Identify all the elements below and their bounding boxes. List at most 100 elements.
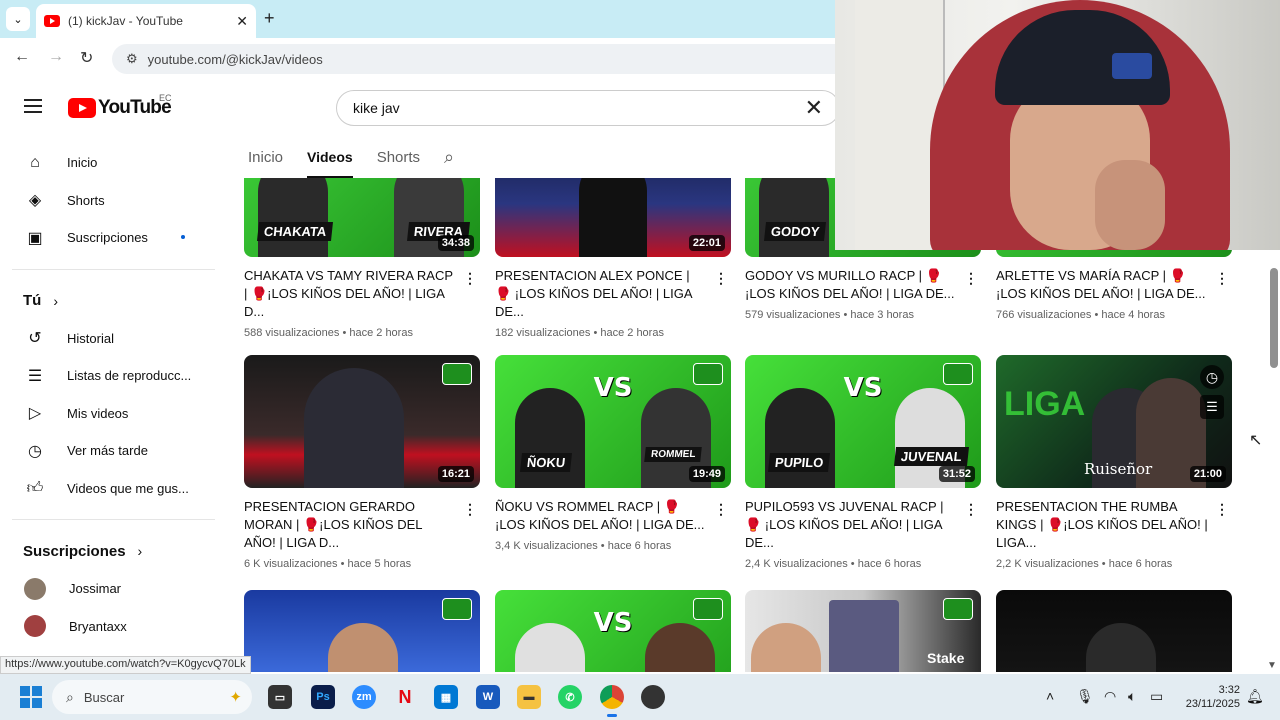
store-icon[interactable]: ▦ bbox=[434, 685, 458, 709]
sidebar-item-label: Listas de reproducc... bbox=[67, 368, 192, 384]
search-input[interactable]: kike jav ✕ bbox=[336, 90, 840, 126]
word-icon[interactable]: W bbox=[476, 685, 500, 709]
video-meta: 588 visualizaciones • hace 2 horas bbox=[244, 327, 413, 339]
add-to-queue-icon[interactable]: ☰ bbox=[1200, 395, 1224, 419]
video-card[interactable]: 22:01 ⋮ PRESENTACION ALEX PONCE | 🥊 ¡LOS… bbox=[495, 178, 731, 339]
video-card[interactable] bbox=[996, 590, 1232, 672]
menu-icon[interactable] bbox=[24, 99, 42, 113]
sidebar-item-historial[interactable]: ↺ Historial bbox=[0, 320, 216, 358]
video-thumbnail[interactable]: VS ÑOKU ROMMEL 19:49 bbox=[495, 355, 731, 488]
reload-icon[interactable]: ↻ bbox=[80, 48, 93, 68]
more-options-icon[interactable]: ⋮ bbox=[713, 270, 729, 287]
sidebar-divider bbox=[12, 519, 215, 520]
sidebar-item-label: Shorts bbox=[67, 192, 105, 208]
more-options-icon[interactable]: ⋮ bbox=[1214, 501, 1230, 518]
video-title[interactable]: PRESENTACION THE RUMBA KINGS | 🥊¡LOS KIÑ… bbox=[996, 498, 1208, 552]
tab-inicio[interactable]: Inicio bbox=[248, 136, 283, 178]
video-title[interactable]: GODOY VS MURILLO RACP | 🥊¡LOS KIÑOS DEL … bbox=[745, 267, 957, 303]
taskbar-search[interactable]: ⌕ Buscar ✦ bbox=[52, 680, 252, 714]
forward-icon[interactable]: → bbox=[48, 48, 64, 66]
back-icon[interactable]: ← bbox=[14, 48, 30, 66]
tab-videos[interactable]: Videos bbox=[307, 136, 353, 178]
wifi-icon[interactable]: ◠ bbox=[1104, 688, 1116, 705]
youtube-logo[interactable]: YouTube EC bbox=[68, 93, 172, 119]
photoshop-icon[interactable]: Ps bbox=[311, 685, 335, 709]
video-title[interactable]: PRESENTACION ALEX PONCE | 🥊 ¡LOS KIÑOS D… bbox=[495, 267, 707, 321]
browser-tab[interactable]: (1) kickJav - YouTube ✕ bbox=[36, 4, 256, 38]
sidebar-item-shorts[interactable]: ◈ Shorts bbox=[0, 182, 216, 220]
chrome-profile-icon[interactable] bbox=[641, 685, 665, 709]
video-card[interactable] bbox=[244, 590, 480, 672]
sidebar-section-you[interactable]: Tú › bbox=[0, 282, 216, 320]
close-icon[interactable]: ✕ bbox=[236, 13, 248, 30]
thumb-name-right: ROMMEL bbox=[644, 447, 703, 462]
video-card[interactable]: LIGA Ruiseñor ◷ ☰ 21:00 ⋮ PRESENTACION T… bbox=[996, 355, 1232, 570]
sidebar-item-playlists[interactable]: ☰ Listas de reproducc... bbox=[0, 357, 216, 395]
ruisenor-brand: Ruiseñor bbox=[1084, 460, 1153, 478]
video-card[interactable]: VS PUPILO JUVENAL 31:52 ⋮ PUPILO593 VS J… bbox=[745, 355, 981, 570]
video-card[interactable]: Stake bbox=[745, 590, 981, 672]
more-options-icon[interactable]: ⋮ bbox=[462, 270, 478, 287]
video-card[interactable]: VS ÑOKU ROMMEL 19:49 ⋮ ÑOKU VS ROMMEL RA… bbox=[495, 355, 731, 552]
file-explorer-icon[interactable]: ▭ bbox=[268, 685, 292, 709]
notification-bell-icon[interactable]: 🔔︎ bbox=[1246, 688, 1264, 705]
video-thumbnail[interactable] bbox=[244, 590, 480, 672]
tab-search-button[interactable]: ⌄ bbox=[6, 7, 30, 31]
video-title[interactable]: ÑOKU VS ROMMEL RACP | 🥊 ¡LOS KIÑOS DEL A… bbox=[495, 498, 707, 534]
video-title[interactable]: ARLETTE VS MARÍA RACP | 🥊¡LOS KIÑOS DEL … bbox=[996, 267, 1208, 303]
more-options-icon[interactable]: ⋮ bbox=[963, 270, 979, 287]
more-options-icon[interactable]: ⋮ bbox=[963, 501, 979, 518]
sidebar-section-subscriptions[interactable]: Suscripciones › bbox=[0, 532, 216, 570]
fighter-image bbox=[645, 623, 715, 672]
scrollbar-thumb[interactable] bbox=[1270, 268, 1278, 368]
netflix-icon[interactable]: N bbox=[393, 685, 417, 709]
microphone-icon[interactable]: 🎙︎ bbox=[1076, 688, 1094, 705]
zoom-icon[interactable]: zm bbox=[352, 685, 376, 709]
watch-later-icon[interactable]: ◷ bbox=[1200, 365, 1224, 389]
video-title[interactable]: CHAKATA VS TAMY RIVERA RACP | 🥊¡LOS KIÑO… bbox=[244, 267, 456, 321]
battery-icon[interactable]: ▭ bbox=[1150, 688, 1163, 705]
video-duration: 31:52 bbox=[938, 466, 975, 482]
channel-search-icon[interactable]: ⌕ bbox=[444, 147, 454, 168]
site-info-icon[interactable]: ⚙ bbox=[126, 51, 138, 67]
tab-shorts[interactable]: Shorts bbox=[377, 136, 420, 178]
video-title[interactable]: PUPILO593 VS JUVENAL RACP | 🥊 ¡LOS KIÑOS… bbox=[745, 498, 957, 552]
chrome-icon[interactable] bbox=[600, 685, 624, 709]
video-thumbnail[interactable]: CHAKATA RIVERA 34:38 bbox=[244, 178, 480, 257]
windows-start-icon[interactable] bbox=[20, 686, 42, 708]
video-card[interactable]: CHAKATA RIVERA 34:38 ⋮ CHAKATA VS TAMY R… bbox=[244, 178, 480, 339]
video-thumbnail[interactable]: VS PUPILO JUVENAL 31:52 bbox=[745, 355, 981, 488]
folder-icon[interactable]: ▬ bbox=[517, 685, 541, 709]
video-thumbnail[interactable]: 22:01 bbox=[495, 178, 731, 257]
video-thumbnail[interactable]: VS bbox=[495, 590, 731, 672]
sidebar-item-suscripciones[interactable]: ▣ Suscripciones bbox=[0, 219, 216, 257]
more-options-icon[interactable]: ⋮ bbox=[462, 501, 478, 518]
video-thumbnail[interactable]: Stake bbox=[745, 590, 981, 672]
new-tab-button[interactable]: + bbox=[264, 8, 275, 29]
video-thumbnail[interactable]: 16:21 bbox=[244, 355, 480, 488]
more-options-icon[interactable]: ⋮ bbox=[1214, 270, 1230, 287]
chevron-up-icon[interactable]: ˄ bbox=[1046, 688, 1054, 704]
volume-icon[interactable]: 🔈︎ bbox=[1128, 688, 1136, 705]
sidebar-item-watch-later[interactable]: ◷ Ver más tarde bbox=[0, 432, 216, 470]
sidebar-item-label: Suscripciones bbox=[67, 230, 148, 246]
sidebar-sub-bryantaxx[interactable]: Bryantaxx bbox=[0, 608, 216, 646]
sidebar-item-my-videos[interactable]: ▷ Mis videos bbox=[0, 395, 216, 433]
sidebar-sub-jossimar[interactable]: Jossimar bbox=[0, 570, 216, 608]
video-title[interactable]: PRESENTACION GERARDO MORAN | 🥊¡LOS KIÑOS… bbox=[244, 498, 456, 552]
video-card[interactable]: VS bbox=[495, 590, 731, 672]
video-card[interactable]: 16:21 ⋮ PRESENTACION GERARDO MORAN | 🥊¡L… bbox=[244, 355, 480, 570]
clock[interactable]: 3:32 23/11/2025 bbox=[1186, 683, 1240, 711]
sidebar-item-inicio[interactable]: ⌂ Inicio bbox=[0, 144, 216, 182]
url-field[interactable]: ⚙ youtube.com/@kickJav/videos bbox=[112, 44, 872, 74]
sidebar-item-liked[interactable]: 👍︎ Videos que me gus... bbox=[0, 470, 216, 508]
more-options-icon[interactable]: ⋮ bbox=[713, 501, 729, 518]
scrollbar[interactable] bbox=[1268, 250, 1280, 674]
scroll-down-arrow-icon[interactable]: ▼ bbox=[1267, 660, 1277, 671]
video-duration: 16:21 bbox=[437, 466, 474, 482]
whatsapp-icon[interactable]: ✆ bbox=[558, 685, 582, 709]
video-thumbnail[interactable]: LIGA Ruiseñor ◷ ☰ 21:00 bbox=[996, 355, 1232, 488]
video-thumbnail[interactable] bbox=[996, 590, 1232, 672]
clear-search-icon[interactable]: ✕ bbox=[805, 95, 823, 121]
history-icon: ↺ bbox=[28, 330, 42, 348]
